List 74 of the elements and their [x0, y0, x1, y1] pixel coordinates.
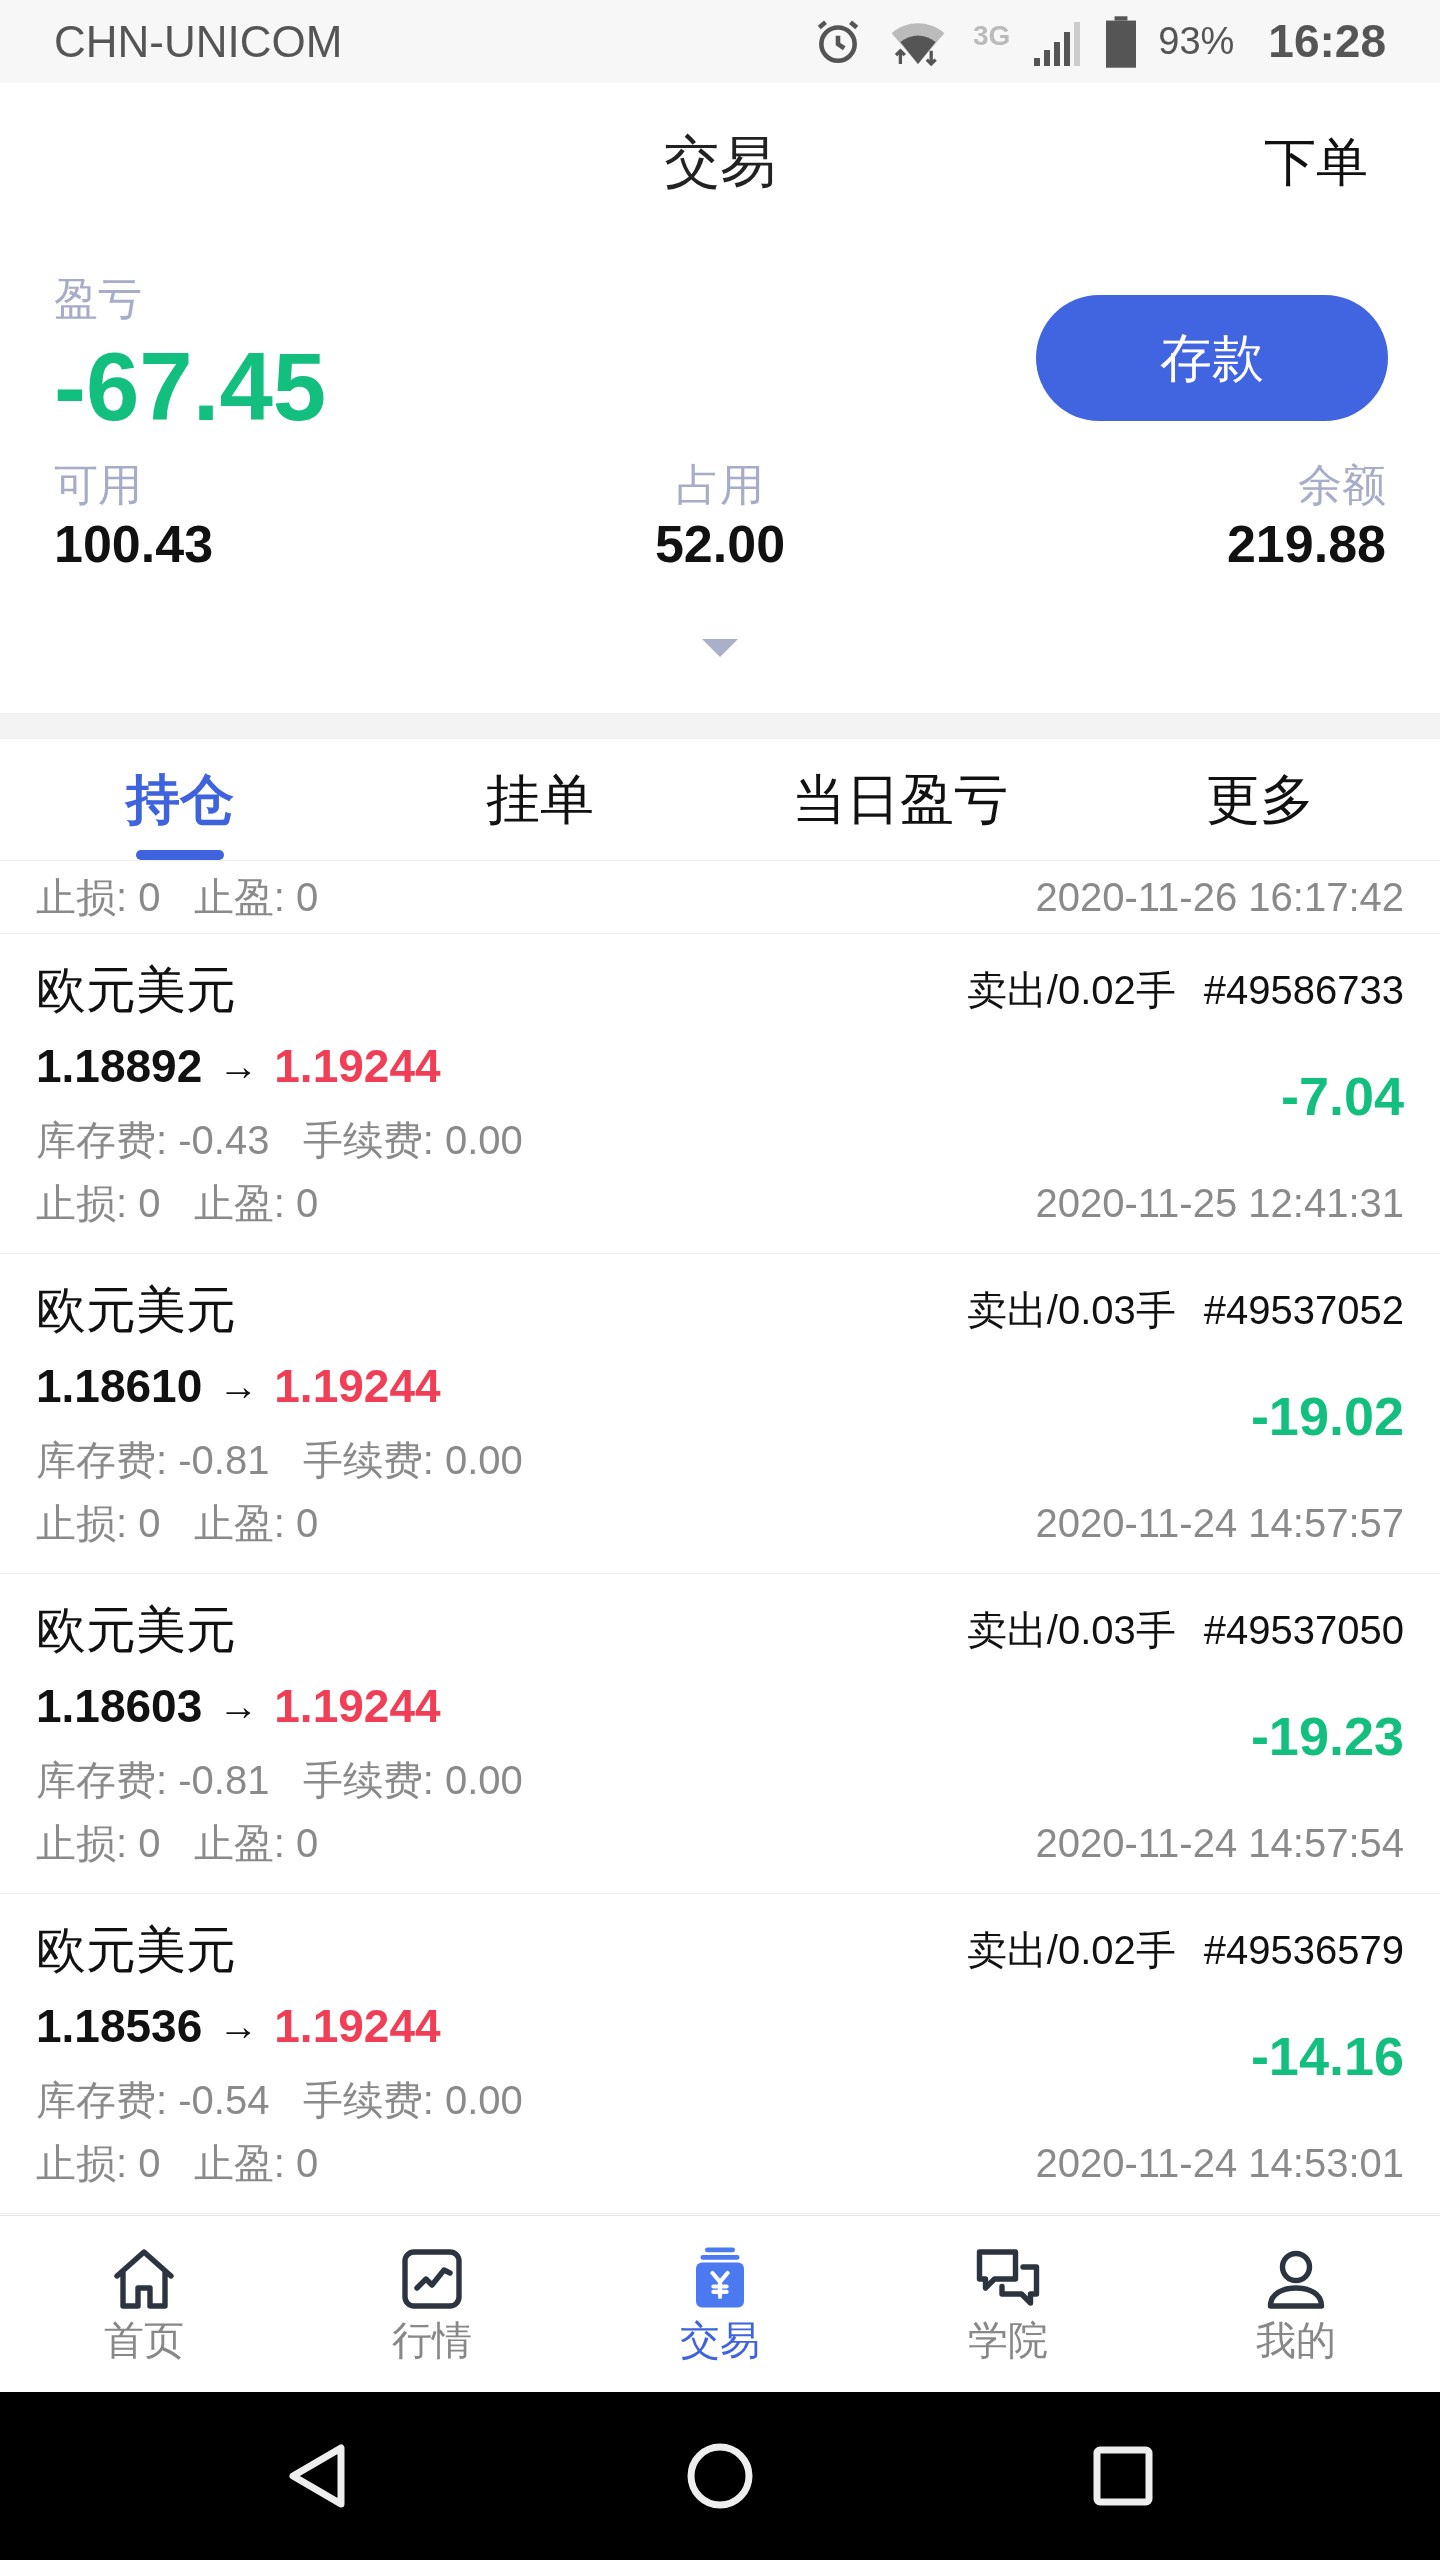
battery-icon [1106, 15, 1137, 68]
position-pnl: -19.23 [1250, 1704, 1404, 1768]
position-row[interactable]: 欧元美元 卖出/0.03手 #49537050 1.18603 → 1.19244 -19.23 库存费: -0.81 手续费: 0.00 止损: 0 止盈: 0 2020-11-24 14:57:54 [0, 1574, 1440, 1894]
current-price: 1.19244 [274, 1998, 441, 2054]
tab[interactable]: 当日盈亏 [720, 739, 1080, 860]
stat-label: 可用 [54, 459, 142, 511]
stat-value: 219.88 [1226, 514, 1386, 575]
order-side-lots: 卖出/0.03手 [966, 1287, 1176, 1334]
battery-percent: 93% [1158, 19, 1235, 64]
clock: 16:28 [1268, 14, 1386, 69]
nav-tab[interactable]: 我的 [1152, 2216, 1440, 2392]
nav-tab[interactable]: 学院 [864, 2216, 1152, 2392]
open-price: 1.18892 [36, 1038, 203, 1094]
symbol-name: 欧元美元 [36, 1920, 236, 1980]
position-time: 2020-11-26 16:17:42 [1035, 874, 1404, 921]
tab[interactable]: 持仓 [0, 739, 360, 860]
fees-text: 库存费: -0.81 手续费: 0.00 [36, 1437, 523, 1484]
position-row[interactable]: 欧元美元 卖出/0.03手 #49537052 1.18610 → 1.19244 -19.02 库存费: -0.81 手续费: 0.00 止损: 0 止盈: 0 2020-11-24 14:57:57 [0, 1254, 1440, 1574]
current-price: 1.19244 [274, 1038, 441, 1094]
recents-icon[interactable] [1093, 2446, 1153, 2506]
open-price: 1.18536 [36, 1998, 203, 2054]
ticket-number: #49537050 [1203, 1607, 1404, 1654]
nav-tab[interactable]: 首页 [0, 2216, 288, 2392]
pnl-label: 盈亏 [54, 277, 143, 321]
stop-levels: 止损: 0 止盈: 0 [36, 1500, 319, 1547]
arrow-text: → [218, 2003, 259, 2050]
symbol-name: 欧元美元 [36, 1280, 236, 1340]
open-price: 1.18603 [36, 1678, 203, 1734]
fees-text: 库存费: -0.54 手续费: 0.00 [36, 2077, 523, 2124]
nav-tab[interactable]: 交易 [576, 2216, 864, 2392]
current-price: 1.19244 [274, 1678, 441, 1734]
nav-tab[interactable]: 行情 [288, 2216, 576, 2392]
arrow-text: → [218, 1683, 259, 1730]
ticket-number: #49536579 [1203, 1927, 1404, 1974]
back-icon[interactable] [287, 2443, 347, 2509]
place-order-link[interactable]: 下单 [1264, 123, 1368, 201]
ticket-number: #49537052 [1203, 1287, 1404, 1334]
symbol-name: 欧元美元 [36, 960, 236, 1020]
position-time: 2020-11-25 12:41:31 [1035, 1180, 1404, 1227]
order-side-lots: 卖出/0.02手 [966, 1927, 1176, 1974]
position-row[interactable]: 欧元美元 卖出/0.02手 #49536579 1.18536 → 1.19244 -14.16 库存费: -0.54 手续费: 0.00 止损: 0 止盈: 0 2020-11-24 14:53:01 [0, 1894, 1440, 2214]
position-pnl: -19.02 [1250, 1384, 1404, 1448]
network-type: 3G [972, 19, 1011, 53]
position-row[interactable]: 欧元美元 卖出/0.02手 #49586733 1.18892 → 1.19244 -7.04 库存费: -0.43 手续费: 0.00 止损: 0 止盈: 0 2020-11-25 12:41:31 [0, 934, 1440, 1254]
position-time: 2020-11-24 14:53:01 [1035, 2140, 1404, 2187]
stop-levels: 止损: 0 止盈: 0 [36, 1180, 319, 1227]
order-side-lots: 卖出/0.03手 [966, 1607, 1176, 1654]
stop-levels: 止损: 0 止盈: 0 [36, 2140, 319, 2187]
open-price: 1.18610 [36, 1358, 203, 1414]
order-side-lots: 卖出/0.02手 [966, 967, 1176, 1014]
position-pnl: -7.04 [1280, 1064, 1404, 1128]
stop-levels: 止损: 0 止盈: 0 [36, 1820, 319, 1867]
page-title: 交易 [664, 129, 776, 195]
position-time: 2020-11-24 14:57:57 [1035, 1500, 1404, 1547]
carrier-name: CHN-UNICOM [54, 15, 343, 68]
stop-levels: 止损: 0 止盈: 0 [36, 874, 319, 921]
position-pnl: -14.16 [1250, 2024, 1404, 2088]
tab[interactable]: 更多 [1080, 739, 1440, 860]
deposit-button[interactable]: 存款 [1036, 295, 1388, 421]
arrow-text: → [218, 1043, 259, 1090]
stat-value: 100.43 [54, 514, 214, 575]
ticket-number: #49586733 [1203, 967, 1404, 1014]
position-time: 2020-11-24 14:57:54 [1035, 1820, 1404, 1867]
fees-text: 库存费: -0.43 手续费: 0.00 [36, 1117, 523, 1164]
home-circle-icon[interactable] [687, 2443, 753, 2509]
arrow-text: → [218, 1363, 259, 1410]
tab[interactable]: 挂单 [360, 739, 720, 860]
symbol-name: 欧元美元 [36, 1600, 236, 1660]
stat-value: 52.00 [654, 514, 786, 575]
stat-label: 占用 [676, 459, 764, 511]
stat-label: 余额 [1298, 459, 1386, 511]
current-price: 1.19244 [274, 1358, 441, 1414]
pnl-value: -67.45 [54, 339, 327, 435]
fees-text: 库存费: -0.81 手续费: 0.00 [36, 1757, 523, 1804]
